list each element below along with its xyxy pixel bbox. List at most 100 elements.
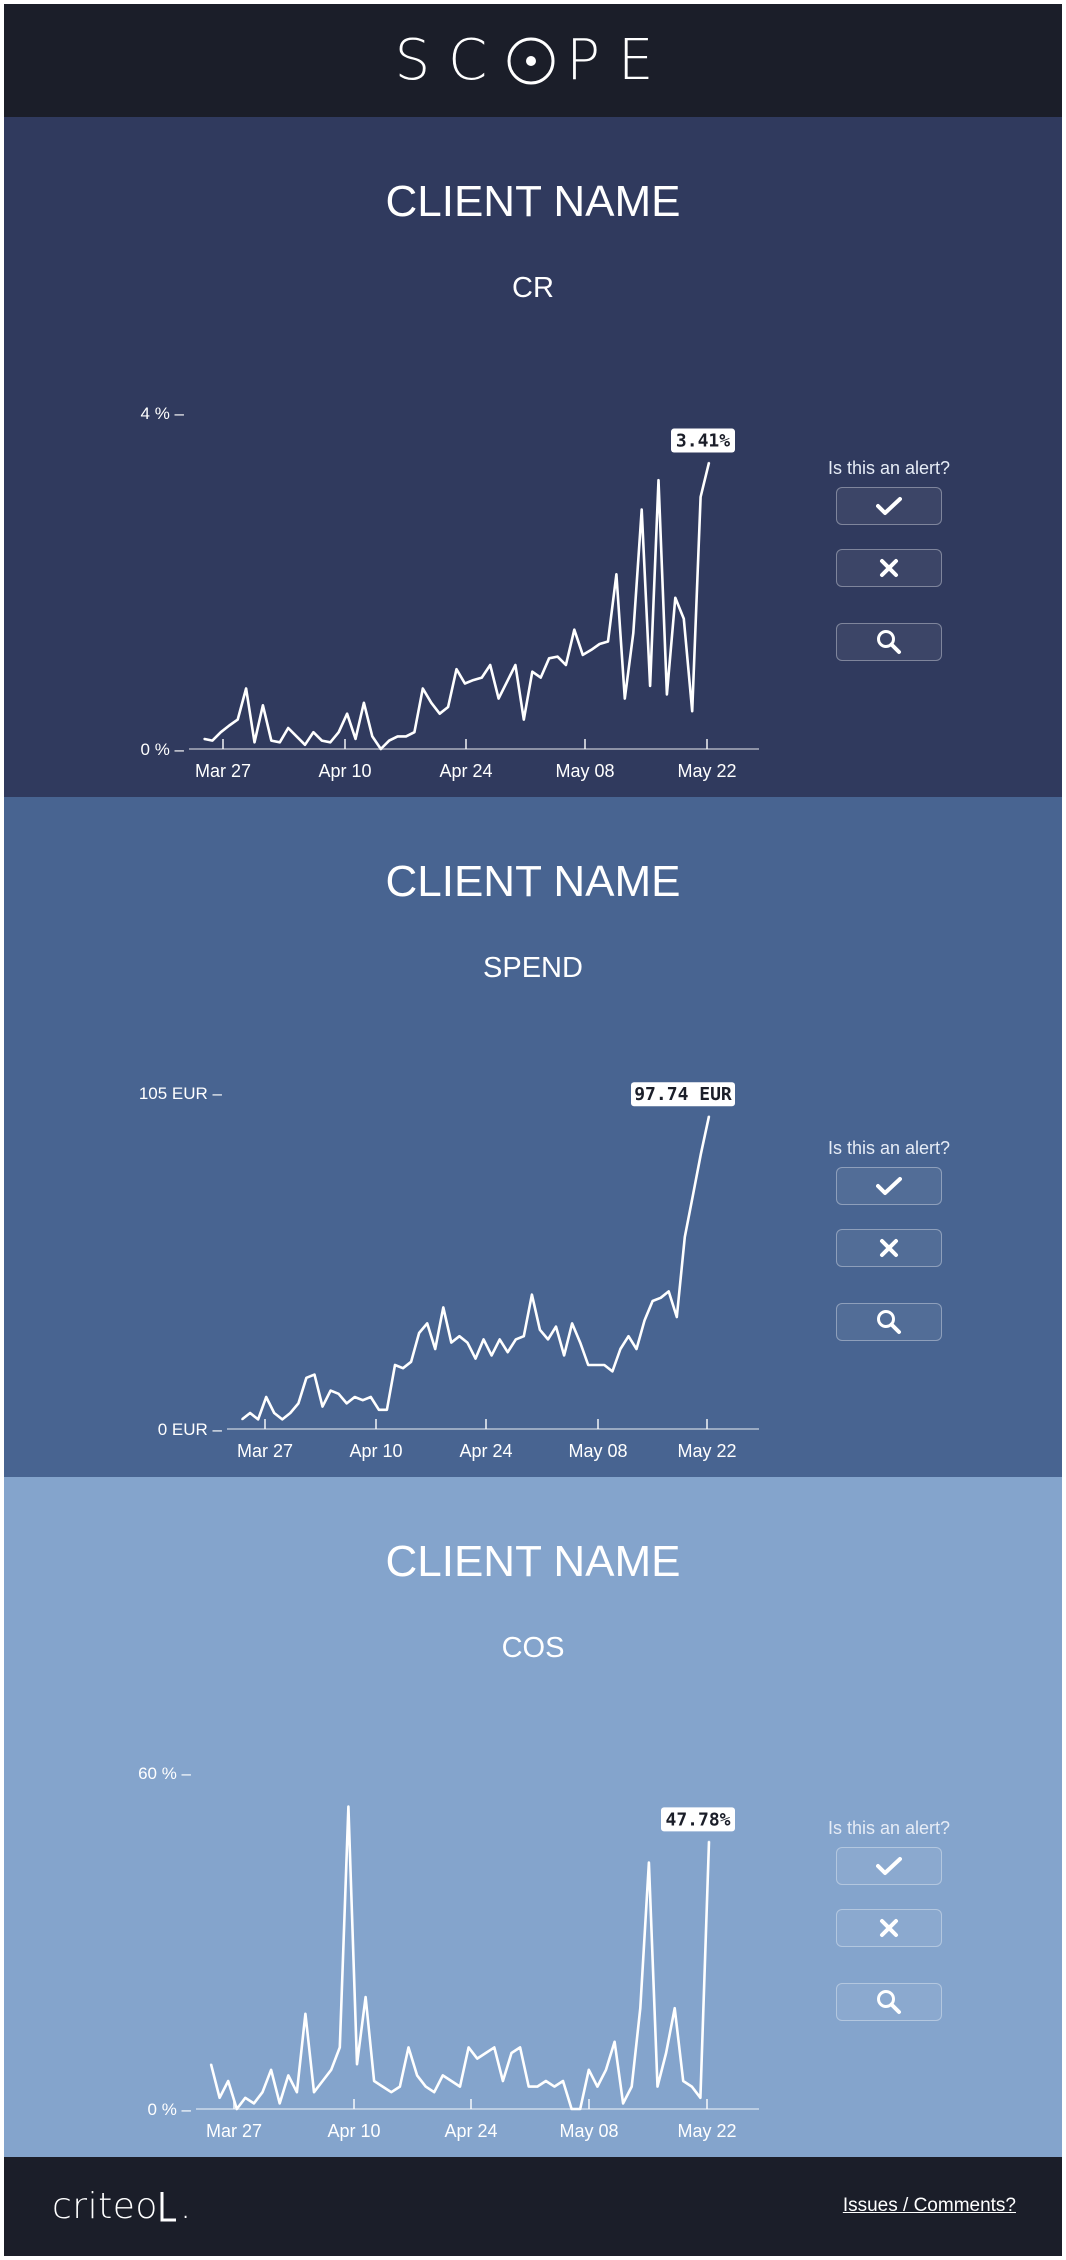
data-point (643, 1319, 646, 1321)
x-axis-tick-label: May 08 (559, 2121, 618, 2141)
data-point (228, 724, 231, 727)
data-point (253, 2102, 255, 2105)
zoom-button[interactable] (836, 1983, 942, 2021)
data-point (390, 2091, 393, 2093)
data-point (699, 496, 702, 498)
data-point (691, 2085, 693, 2088)
data-point (700, 1153, 702, 1155)
yes-alert-button[interactable] (836, 487, 942, 525)
data-point (708, 461, 710, 464)
footer-bar: criteo . Issues / Comments? (4, 2157, 1062, 2256)
series-line (209, 1805, 711, 2111)
data-point (363, 702, 365, 704)
data-point (651, 1300, 654, 1302)
data-point (410, 1361, 412, 1363)
scope-logo: S C PE (395, 28, 672, 93)
data-point (553, 2085, 556, 2088)
data-point (676, 1316, 678, 1318)
data-point (649, 685, 651, 687)
yes-alert-button[interactable] (836, 1167, 942, 1205)
data-point (539, 1329, 541, 1331)
zoom-button[interactable] (836, 623, 942, 661)
data-point (474, 1357, 477, 1360)
no-alert-button[interactable] (836, 1229, 942, 1267)
x-icon (880, 559, 898, 577)
data-point (493, 2046, 496, 2049)
data-point (330, 2069, 333, 2071)
x-axis-tick-label: Mar 27 (195, 761, 251, 781)
no-alert-button[interactable] (836, 1909, 942, 1947)
alert-question: Is this an alert? (827, 1818, 951, 1838)
no-alert-button[interactable] (836, 549, 942, 587)
data-point (490, 1354, 493, 1357)
data-point (295, 735, 298, 738)
x-icon (880, 1919, 898, 1937)
zoom-button[interactable] (836, 1303, 942, 1341)
data-point (262, 704, 264, 707)
criteo-logo: criteo . (52, 2179, 192, 2233)
x-axis-tick-label: Mar 27 (206, 2121, 262, 2141)
scope-logo-o-icon (507, 37, 555, 84)
data-point (624, 697, 626, 700)
data-point (347, 1805, 350, 1808)
data-point (502, 2080, 504, 2082)
data-point (287, 2074, 290, 2077)
y-axis-min-label: 0 EUR – (158, 1420, 223, 1439)
data-point (434, 1348, 437, 1350)
data-point (548, 657, 550, 660)
last-value-tooltip: 3.41% (676, 431, 730, 452)
data-point (236, 718, 239, 721)
data-point (265, 1396, 268, 1398)
data-point (354, 738, 357, 740)
metric-panel-cr: CLIENT NAME CR 4 % –0 % – Mar 27 Apr 10 Apr… (4, 117, 1062, 797)
data-point (489, 664, 492, 666)
data-point (442, 2074, 444, 2077)
last-value-tooltip: 97.74 EUR (634, 1084, 732, 1105)
header-bar: S C PE (4, 4, 1062, 117)
data-point (498, 1338, 501, 1341)
data-point (598, 643, 601, 645)
data-point (683, 618, 685, 620)
scope-logo-c: C (448, 28, 506, 93)
data-point (692, 1194, 694, 1197)
data-point (455, 668, 458, 670)
data-point (635, 1348, 638, 1350)
data-point (472, 679, 475, 681)
y-axis-max-label: 105 EUR – (139, 1084, 223, 1103)
data-point (673, 2007, 676, 2009)
data-point (613, 2041, 616, 2043)
data-point (588, 2069, 590, 2071)
data-point (632, 632, 635, 634)
data-point (407, 2046, 410, 2049)
magnifier-icon (877, 630, 901, 654)
data-point (684, 1236, 686, 1238)
data-point (562, 2080, 564, 2082)
data-point (563, 1354, 565, 1357)
data-point (531, 1293, 533, 1296)
data-point (571, 1322, 573, 1325)
data-point (337, 731, 340, 733)
data-point (373, 2080, 375, 2082)
data-point (699, 2097, 702, 2099)
data-point (279, 741, 281, 744)
data-point (590, 649, 592, 651)
data-point (270, 2069, 272, 2071)
data-point (396, 735, 399, 738)
data-point (416, 2074, 418, 2077)
data-point (447, 706, 449, 708)
y-axis-max-label: 60 % – (138, 1764, 191, 1783)
checkmark-icon (876, 1857, 902, 1875)
data-point (466, 1341, 469, 1344)
data-point (615, 573, 618, 576)
yes-alert-button[interactable] (836, 1847, 942, 1885)
data-point (481, 676, 483, 679)
data-point (476, 2057, 479, 2060)
x-axis-tick-label: Apr 24 (439, 761, 492, 781)
data-point (691, 710, 693, 712)
issues-comments-link[interactable]: Issues / Comments? (843, 2195, 1016, 2217)
data-point (203, 738, 205, 740)
x-axis-tick-label: May 08 (555, 761, 614, 781)
data-point (304, 744, 306, 746)
data-point (627, 1335, 630, 1337)
data-point (211, 739, 214, 742)
